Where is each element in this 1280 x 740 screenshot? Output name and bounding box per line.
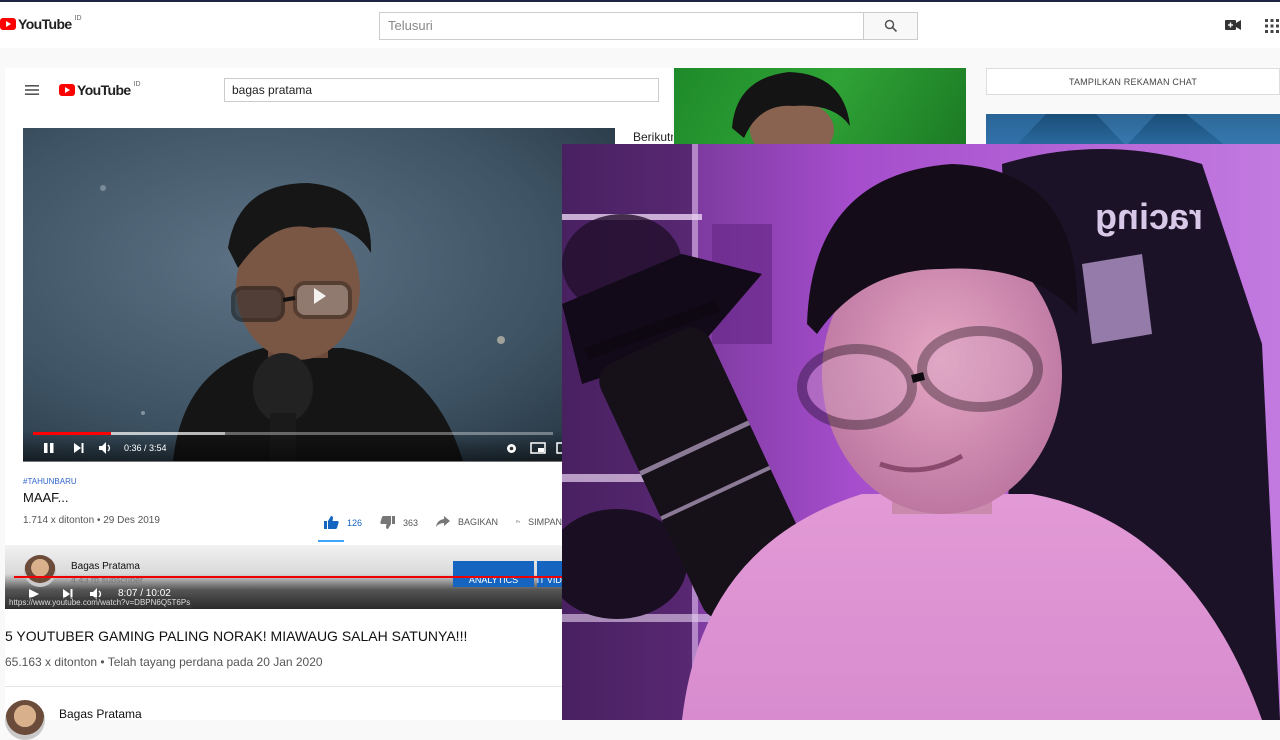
like-button[interactable]: 126 — [324, 516, 362, 529]
like-count: 126 — [347, 518, 362, 528]
save-button[interactable]: SIMPAN — [516, 516, 562, 527]
inner-search-input[interactable]: bagas pratama — [224, 78, 659, 102]
hover-url-tooltip: https://www.youtube.com/watch?v=DBPN6Q5T… — [7, 597, 192, 608]
video-frame — [23, 128, 615, 461]
main-webcam-overlay: racing — [562, 144, 1280, 720]
search-input[interactable]: Telusuri — [379, 12, 864, 40]
channel-name[interactable]: Bagas Pratama — [59, 707, 142, 721]
search-button[interactable] — [863, 12, 918, 40]
inner-youtube-logo[interactable]: YouTube ID — [59, 82, 141, 98]
logo-region: ID — [134, 81, 141, 88]
second-progress-bar[interactable] — [14, 576, 562, 578]
abstract-pattern — [986, 114, 1280, 146]
settings-gear-icon[interactable] — [505, 442, 518, 455]
divider — [5, 686, 562, 687]
share-button[interactable]: BAGIKAN — [436, 516, 498, 527]
chair-logo-text: racing — [1095, 196, 1203, 237]
chat-thumbnail — [986, 114, 1280, 146]
logo-region: ID — [75, 15, 82, 22]
player-time: 0:36 / 3:54 — [124, 443, 167, 453]
volume-icon[interactable] — [98, 441, 114, 455]
progress-played — [33, 432, 111, 435]
video-title: 5 YOUTUBER GAMING PALING NORAK! MIAWAUG … — [5, 628, 467, 644]
share-label: BAGIKAN — [458, 517, 498, 527]
webcam-scene: racing — [562, 144, 1280, 720]
channel-name[interactable]: Bagas Pratama — [71, 561, 140, 572]
logo-text: YouTube — [77, 82, 131, 98]
youtube-logo[interactable]: YouTube ID — [0, 16, 82, 32]
video-camera-icon[interactable] — [1224, 18, 1242, 32]
show-chat-replay-button[interactable]: TAMPILKAN REKAMAN CHAT — [986, 68, 1280, 95]
apps-grid-icon[interactable] — [1264, 18, 1280, 34]
logo-text: YouTube — [18, 16, 72, 32]
pause-icon[interactable] — [43, 442, 55, 454]
miniplayer-icon[interactable] — [530, 442, 546, 454]
next-icon[interactable] — [73, 442, 85, 454]
menu-icon[interactable] — [25, 84, 39, 96]
edit-video-button[interactable]: EDIT VIDEO — [537, 561, 562, 587]
webcam-person — [674, 68, 966, 144]
green-screen-webcam — [674, 68, 966, 144]
analytics-button[interactable]: ANALYTICS — [453, 561, 534, 587]
youtube-play-icon — [59, 84, 75, 96]
like-ratio-bar — [318, 540, 344, 542]
up-next-label: Berikutnya — [633, 130, 673, 144]
video-title: MAAF... — [23, 490, 69, 505]
video-hashtag[interactable]: #TAHUNBARU — [23, 477, 77, 486]
share-icon — [436, 516, 450, 527]
thumbs-up-icon — [324, 516, 339, 529]
dislike-count: 363 — [403, 518, 418, 528]
video-stats: 65.163 x ditonton • Telah tayang perdana… — [5, 655, 323, 669]
top-header: YouTube ID Telusuri — [0, 0, 1280, 48]
video-player[interactable] — [23, 128, 615, 461]
thumbs-down-icon — [380, 516, 395, 529]
save-label: SIMPAN — [528, 517, 562, 527]
video-stats: 1.714 x ditonton • 29 Des 2019 — [23, 515, 160, 526]
channel-avatar[interactable] — [24, 555, 56, 587]
playlist-add-icon — [516, 516, 520, 527]
dislike-button[interactable]: 363 — [380, 516, 418, 529]
youtube-play-icon — [0, 18, 16, 30]
channel-avatar[interactable] — [5, 700, 45, 740]
search-icon — [884, 19, 898, 33]
